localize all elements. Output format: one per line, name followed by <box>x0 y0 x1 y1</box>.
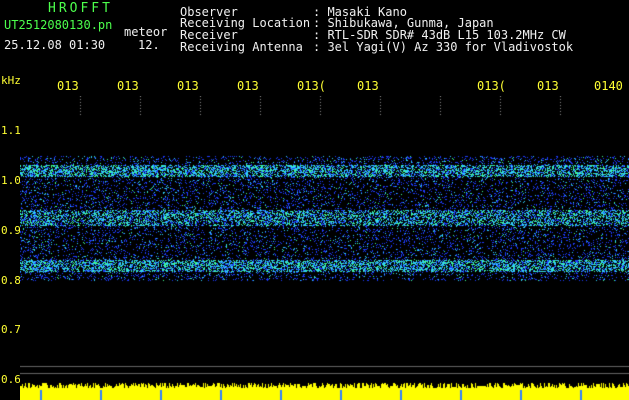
time-extra: 12. <box>138 38 160 52</box>
info-label-antenna: Receiving Antenna <box>180 40 303 54</box>
info-value-antenna: : 3el Yagi(V) Az 330 for Vladivostok <box>313 40 574 54</box>
x-tick-9: 0140 <box>594 79 623 93</box>
file-name: UT2512080130.pn <box>4 18 113 32</box>
x-tick-7: 013( <box>477 79 506 93</box>
y-axis-unit: kHz <box>1 74 21 87</box>
x-tick-4: 013 <box>237 79 259 93</box>
y-tick-0-8: 0.8 <box>1 274 21 287</box>
x-tick-3: 013 <box>177 79 199 93</box>
x-tick-5: 013( <box>297 79 326 93</box>
y-tick-1-0: 1.0 <box>1 174 21 187</box>
x-tick-1: 013 <box>57 79 79 93</box>
y-tick-0-6: 0.6 <box>1 373 21 386</box>
x-tick-8: 013 <box>537 79 559 93</box>
x-tick-6: 013 <box>357 79 379 93</box>
y-tick-0-7: 0.7 <box>1 323 21 336</box>
datetime: 25.12.08 01:30 <box>4 38 106 52</box>
app-title: HROFFT <box>48 1 113 16</box>
y-tick-1-1: 1.1 <box>1 124 21 137</box>
y-tick-0-9: 0.9 <box>1 224 21 237</box>
spectrogram-canvas <box>20 96 629 400</box>
x-tick-2: 013 <box>117 79 139 93</box>
